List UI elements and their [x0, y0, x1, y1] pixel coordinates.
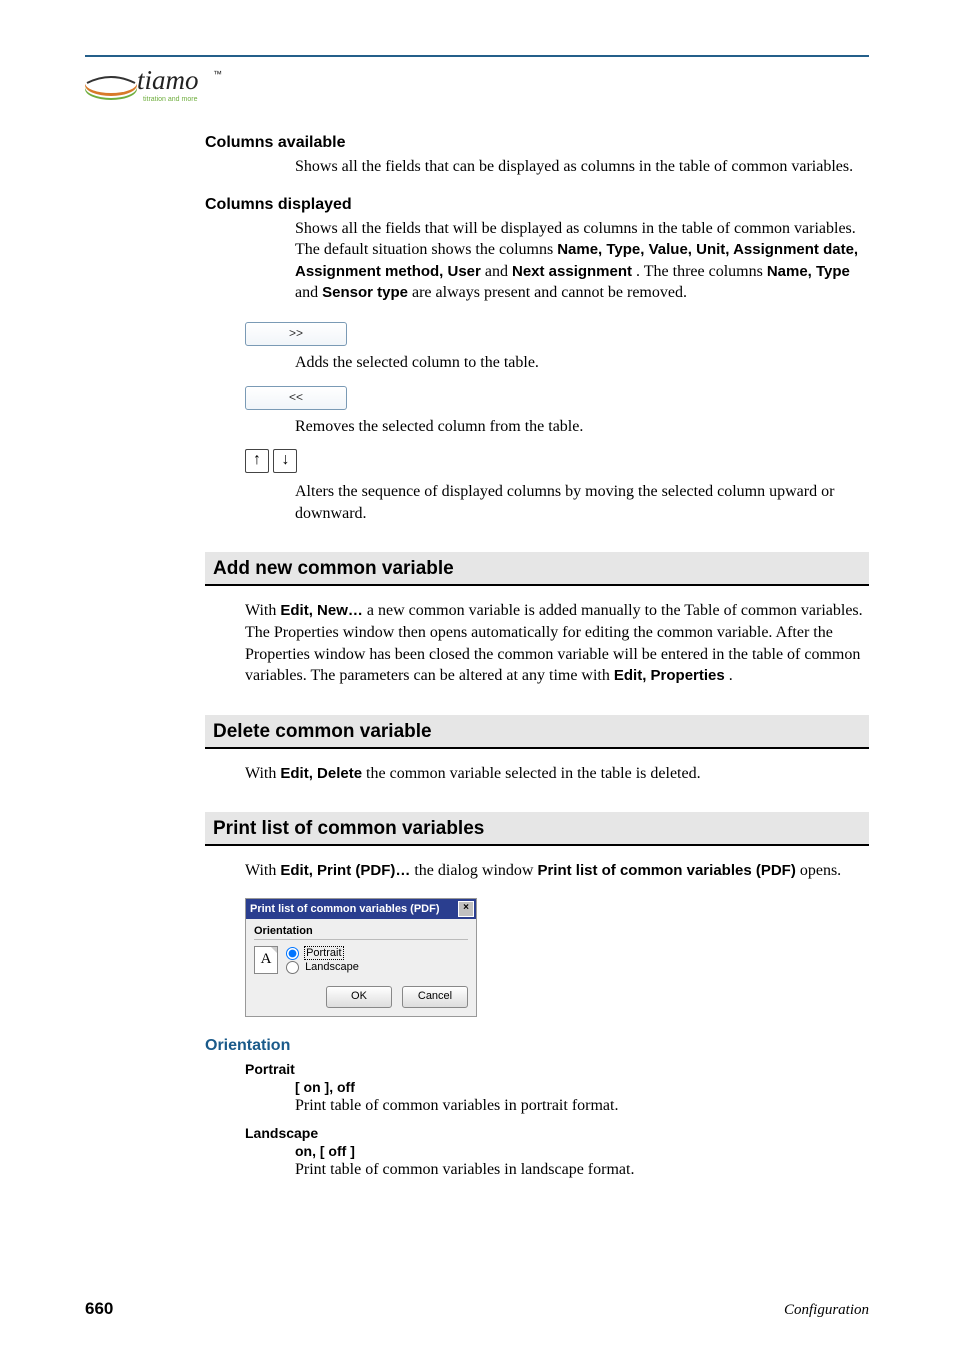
print-text-a: With [245, 862, 280, 879]
radio-portrait[interactable]: Portrait [286, 946, 359, 960]
radio-landscape[interactable]: Landscape [286, 960, 359, 974]
top-rule [85, 55, 869, 57]
landscape-label: Landscape [205, 1125, 869, 1141]
del-bold: Edit, Delete [280, 765, 362, 782]
brand-tm: ™ [213, 69, 222, 79]
print-text-b: the dialog window [414, 862, 537, 879]
columns-available-title: Columns available [205, 134, 869, 152]
radio-portrait-input[interactable] [286, 947, 299, 960]
move-desc: Alters the sequence of displayed columns… [205, 481, 869, 524]
del-text-b: the common variable selected in the tabl… [366, 765, 701, 782]
brand-tagline: titration and more [143, 96, 198, 103]
page-number: 660 [85, 1299, 113, 1319]
cd-text-5: are always present and cannot be removed… [412, 284, 687, 301]
ok-button[interactable]: OK [326, 986, 392, 1008]
cd-text-3: . The three columns [636, 263, 767, 280]
orientation-icon-letter: A [261, 951, 272, 968]
columns-displayed-body: Shows all the fields that will be displa… [205, 218, 869, 304]
add-bold-2: Edit, Properties [614, 667, 725, 684]
del-text-a: With [245, 765, 280, 782]
remove-column-desc: Removes the selected column from the tab… [205, 416, 869, 438]
cd-bold-sensor: Sensor type [322, 284, 408, 301]
move-down-button[interactable]: ↓ [273, 449, 297, 473]
radio-landscape-input[interactable] [286, 961, 299, 974]
cancel-button[interactable]: Cancel [402, 986, 468, 1008]
dialog-group-label: Orientation [254, 925, 468, 937]
section-print-body: With Edit, Print (PDF)… the dialog windo… [205, 860, 869, 882]
remove-column-button[interactable]: << [245, 386, 347, 410]
landscape-value: on, [ off ] [205, 1143, 869, 1159]
add-column-desc: Adds the selected column to the table. [205, 352, 869, 374]
footer-section: Configuration [784, 1302, 869, 1319]
portrait-body: Print table of common variables in portr… [205, 1097, 869, 1115]
brand-name: tiamo [137, 65, 199, 95]
cd-text-2: and [485, 263, 512, 280]
print-dialog: Print list of common variables (PDF) × O… [245, 898, 477, 1017]
print-bold-2: Print list of common variables (PDF) [537, 862, 795, 879]
brand-logo: tiamo ™ titration and more [85, 65, 869, 112]
cd-bold-fixed: Name, Type [767, 263, 850, 280]
print-text-c: opens. [800, 862, 841, 879]
columns-displayed-title: Columns displayed [205, 196, 869, 214]
radio-portrait-label: Portrait [305, 947, 342, 959]
cd-bold-next: Next assignment [512, 263, 632, 280]
columns-available-body: Shows all the fields that can be display… [205, 156, 869, 178]
portrait-label: Portrait [205, 1061, 869, 1077]
section-add-body: With Edit, New… a new common variable is… [205, 600, 869, 686]
dialog-title: Print list of common variables (PDF) [250, 903, 439, 915]
cd-text-4: and [295, 284, 322, 301]
move-up-button[interactable]: ↑ [245, 449, 269, 473]
close-icon[interactable]: × [458, 901, 474, 917]
section-add-heading: Add new common variable [205, 552, 869, 586]
add-text-a: With [245, 602, 280, 619]
add-text-c: . [729, 667, 733, 684]
add-bold-1: Edit, New… [280, 602, 363, 619]
portrait-value: [ on ], off [205, 1079, 869, 1095]
radio-landscape-label: Landscape [305, 961, 359, 973]
section-delete-heading: Delete common variable [205, 715, 869, 749]
section-delete-body: With Edit, Delete the common variable se… [205, 763, 869, 785]
orientation-icon: A [254, 946, 278, 974]
orientation-heading: Orientation [205, 1037, 869, 1055]
add-column-button[interactable]: >> [245, 322, 347, 346]
section-print-heading: Print list of common variables [205, 812, 869, 846]
print-bold-1: Edit, Print (PDF)… [280, 862, 410, 879]
landscape-body: Print table of common variables in lands… [205, 1161, 869, 1179]
